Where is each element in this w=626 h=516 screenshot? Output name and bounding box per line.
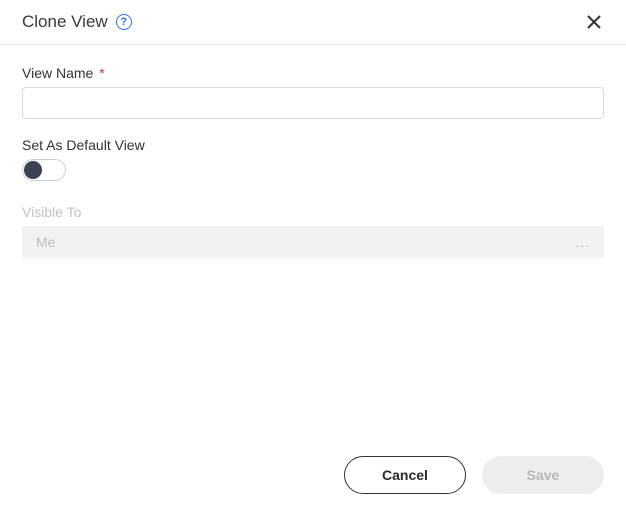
- toggle-knob: [24, 161, 42, 179]
- clone-view-dialog: Clone View ? View Name * Set As Default …: [0, 0, 626, 516]
- required-star: *: [99, 65, 104, 81]
- view-name-label: View Name *: [22, 65, 604, 81]
- close-icon[interactable]: [584, 12, 604, 32]
- header-left: Clone View ?: [22, 12, 132, 32]
- default-view-label: Set As Default View: [22, 137, 604, 153]
- dialog-title: Clone View: [22, 12, 108, 32]
- view-name-field: View Name *: [22, 65, 604, 119]
- ellipsis-icon: ...: [575, 234, 590, 250]
- default-view-field: Set As Default View: [22, 137, 604, 186]
- dialog-header: Clone View ?: [0, 0, 626, 45]
- default-view-toggle[interactable]: [22, 159, 66, 181]
- dialog-body: View Name * Set As Default View Visible …: [0, 45, 626, 258]
- cancel-button[interactable]: Cancel: [344, 456, 466, 494]
- view-name-input[interactable]: [22, 87, 604, 119]
- visible-to-select: Me ...: [22, 226, 604, 258]
- dialog-footer: Cancel Save: [344, 456, 604, 494]
- visible-to-label: Visible To: [22, 204, 604, 220]
- visible-to-field: Visible To Me ...: [22, 204, 604, 258]
- view-name-label-text: View Name: [22, 65, 93, 81]
- visible-to-value: Me: [36, 234, 55, 250]
- save-button[interactable]: Save: [482, 456, 604, 494]
- help-icon[interactable]: ?: [116, 14, 132, 30]
